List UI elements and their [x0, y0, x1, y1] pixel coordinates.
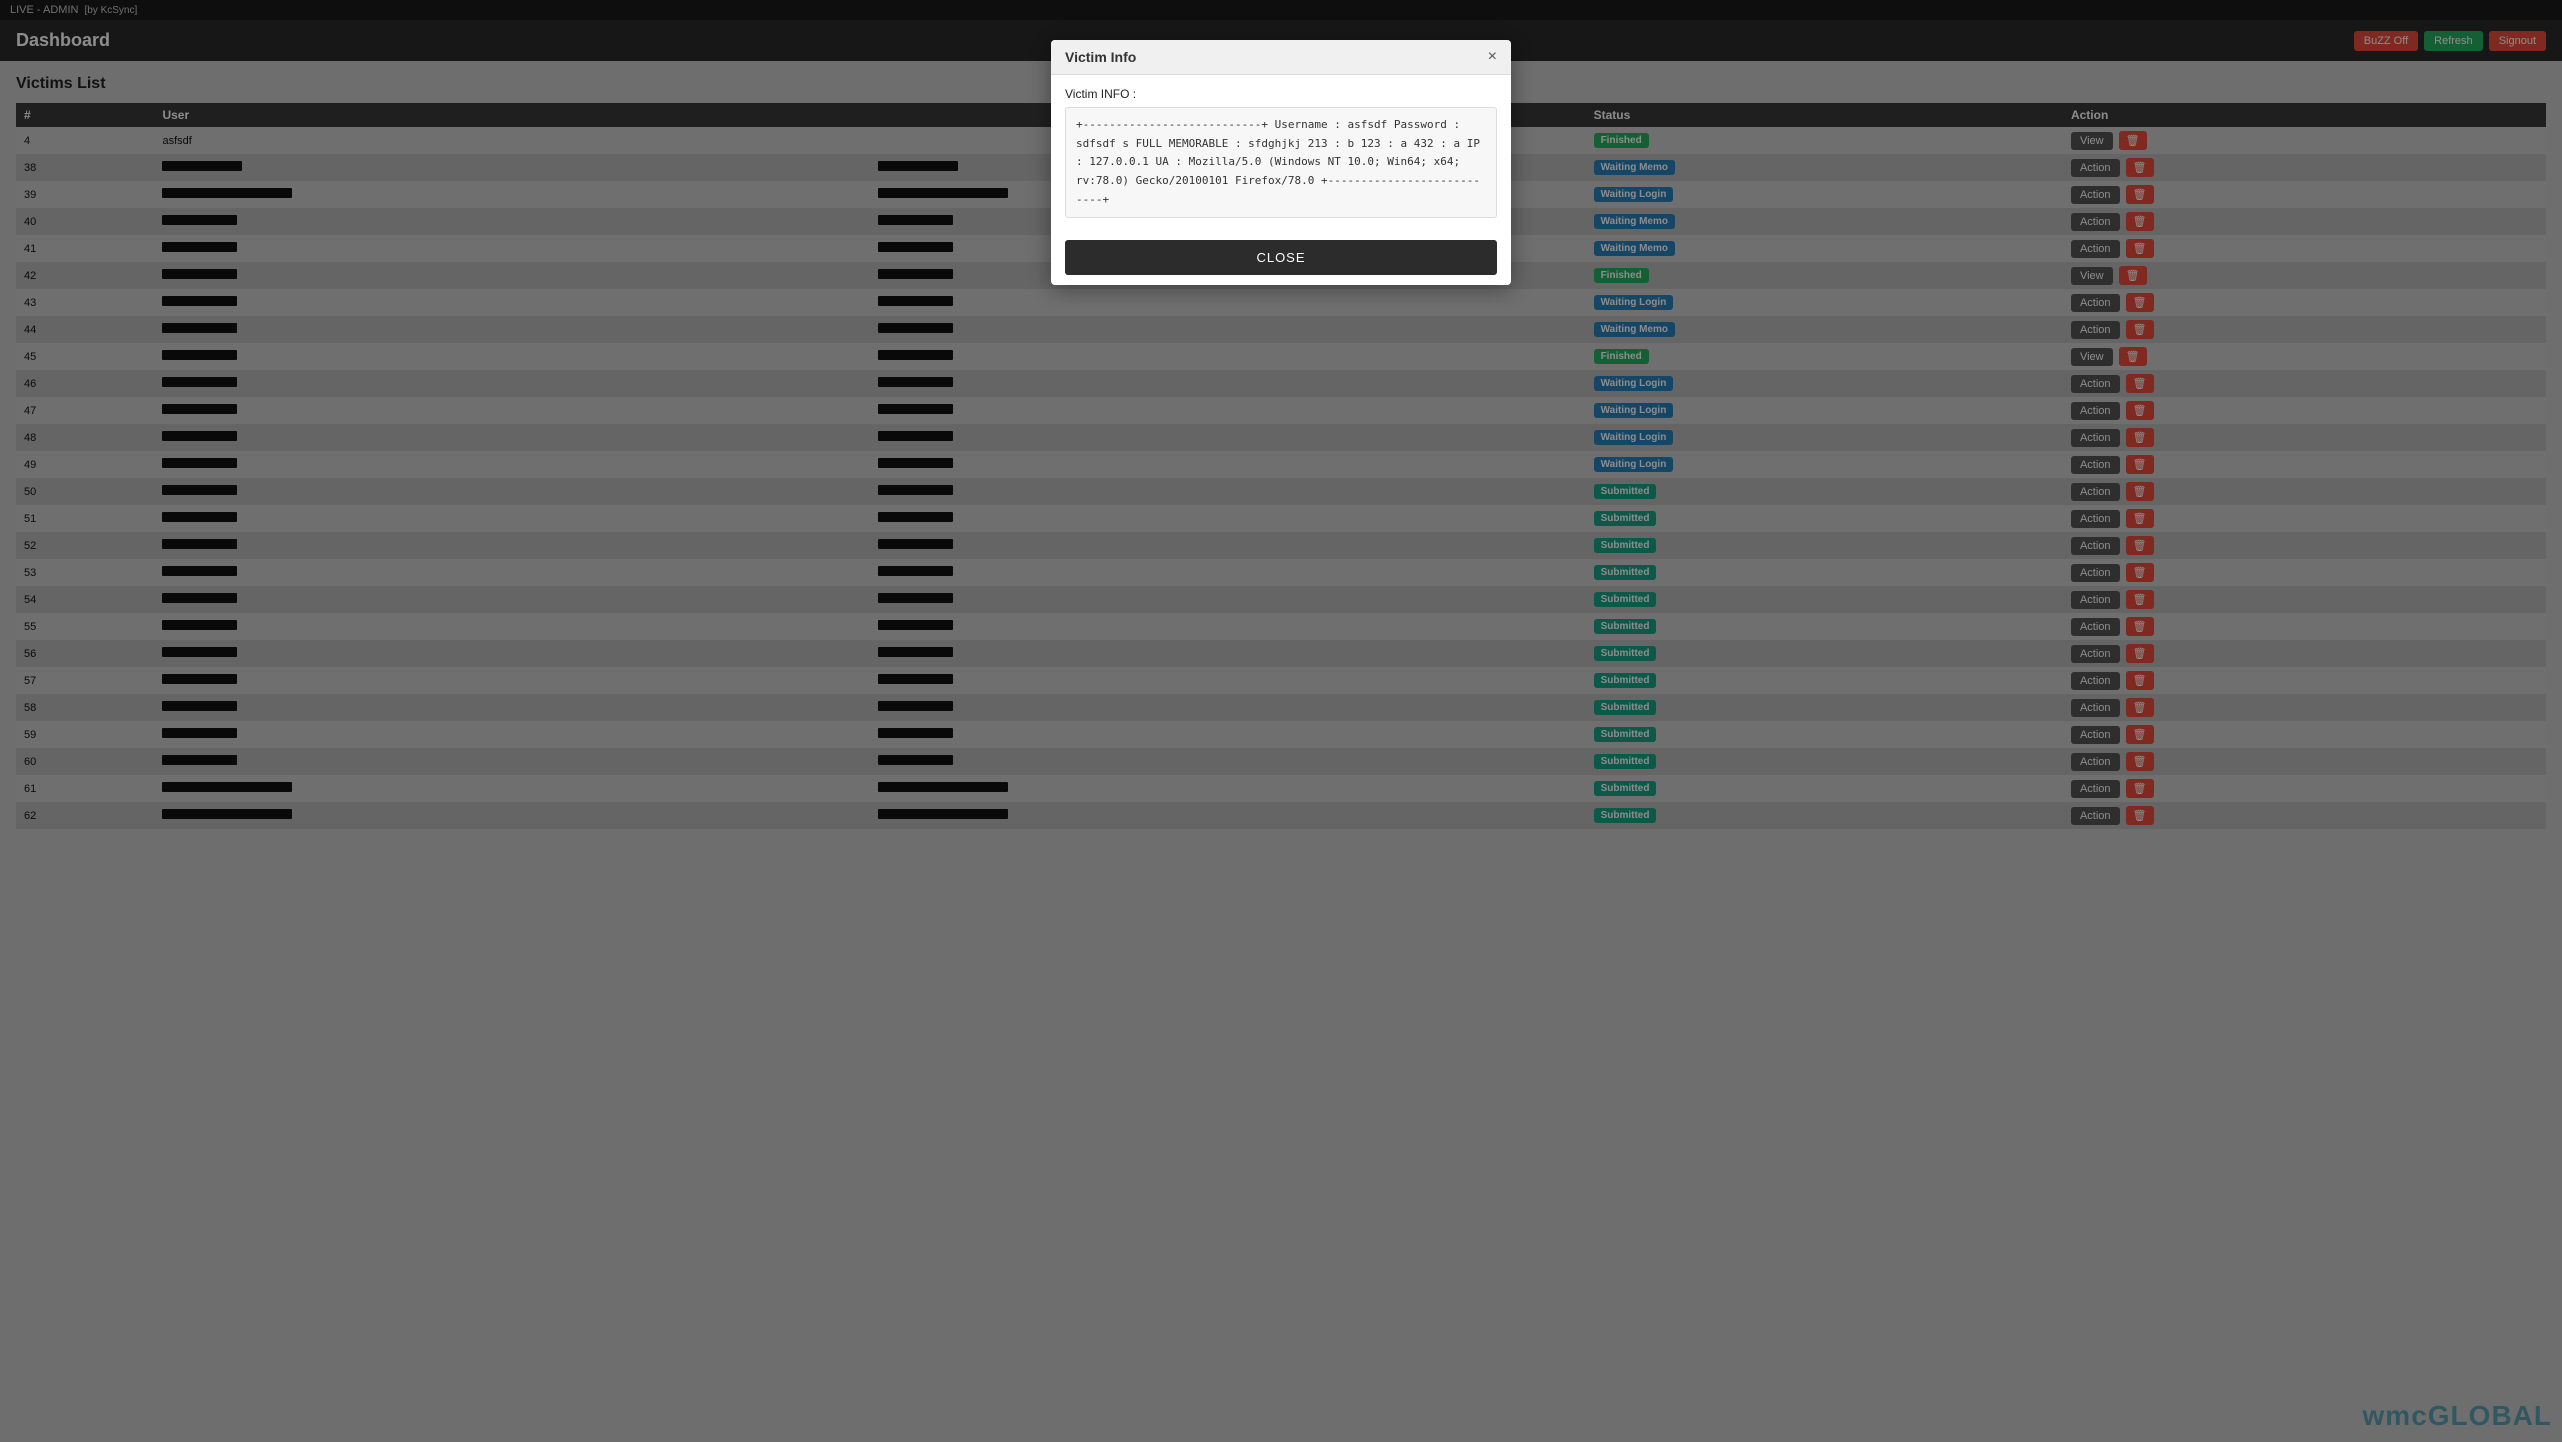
modal-close-button[interactable]: CLOSE [1065, 240, 1497, 275]
modal-overlay: Victim Info × Victim INFO : +-----------… [0, 0, 2562, 1442]
modal-footer: CLOSE [1051, 230, 1511, 285]
modal-title: Victim Info [1065, 49, 1136, 65]
modal-info-box: +---------------------------+ Username :… [1065, 107, 1497, 218]
modal-header: Victim Info × [1051, 40, 1511, 75]
modal-close-icon-button[interactable]: × [1488, 48, 1497, 66]
modal-dialog: Victim Info × Victim INFO : +-----------… [1051, 40, 1511, 285]
modal-info-label: Victim INFO : [1065, 87, 1497, 101]
modal-body: Victim INFO : +-------------------------… [1051, 75, 1511, 230]
